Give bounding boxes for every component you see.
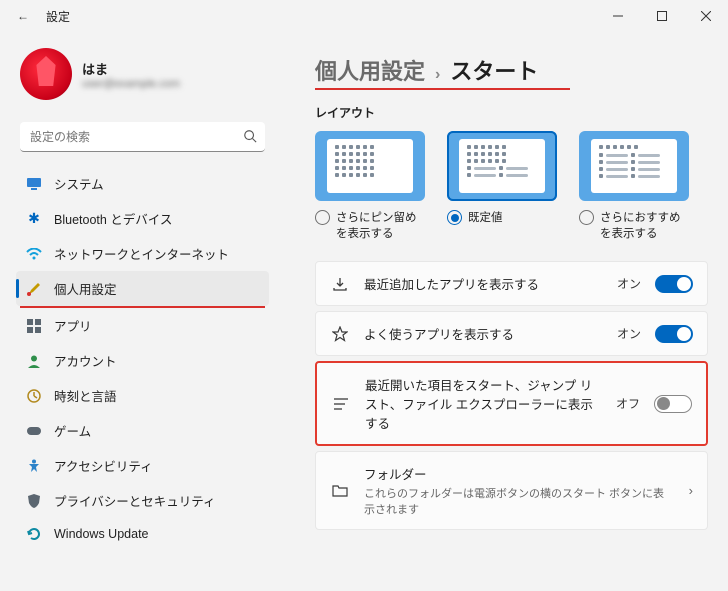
annotation-underline xyxy=(315,88,570,90)
monitor-icon xyxy=(26,176,42,192)
breadcrumb-parent[interactable]: 個人用設定 xyxy=(315,54,425,86)
username: はま xyxy=(82,59,180,78)
bluetooth-icon: ✱ xyxy=(26,211,42,227)
layout-option-label: さらにおすすめを表示する xyxy=(600,209,689,241)
setting-most-used[interactable]: よく使うアプリを表示する オン xyxy=(315,311,708,356)
breadcrumb: 個人用設定 › スタート xyxy=(315,54,708,86)
clock-icon xyxy=(26,388,42,404)
sidebar-item-label: Bluetooth とデバイス xyxy=(54,209,172,228)
sidebar-item-bluetooth[interactable]: ✱ Bluetooth とデバイス xyxy=(16,201,269,236)
layout-option-more-reco[interactable]: さらにおすすめを表示する xyxy=(579,131,689,241)
star-icon xyxy=(330,326,350,342)
sidebar-item-label: ネットワークとインターネット xyxy=(54,244,229,263)
setting-title: 最近開いた項目をスタート、ジャンプ リスト、ファイル エクスプローラーに表示する xyxy=(365,375,602,432)
main-panel: 個人用設定 › スタート レイアウト さらにピン留めを表示する xyxy=(275,32,728,591)
setting-recently-added[interactable]: 最近追加したアプリを表示する オン xyxy=(315,261,708,306)
toggle-switch[interactable] xyxy=(655,325,693,343)
avatar xyxy=(20,48,72,100)
toggle-state: オン xyxy=(617,275,641,292)
setting-title: よく使うアプリを表示する xyxy=(364,324,603,343)
sidebar-item-label: プライバシーとセキュリティ xyxy=(54,491,216,510)
sidebar-item-account[interactable]: アカウント xyxy=(16,343,269,378)
person-icon xyxy=(26,353,42,369)
layout-thumb xyxy=(579,131,689,201)
setting-subtitle: これらのフォルダーは電源ボタンの横のスタート ボタンに表示されます xyxy=(364,485,675,517)
sidebar-item-privacy[interactable]: プライバシーとセキュリティ xyxy=(16,483,269,518)
layout-options: さらにピン留めを表示する 既定値 xyxy=(315,131,708,241)
minimize-button[interactable] xyxy=(596,0,640,32)
toggle-state: オン xyxy=(617,325,641,342)
sidebar-item-label: 時刻と言語 xyxy=(54,386,117,405)
breadcrumb-current: スタート xyxy=(450,54,538,86)
list-icon xyxy=(331,397,351,411)
setting-title: 最近追加したアプリを表示する xyxy=(364,274,603,293)
grid-icon xyxy=(26,318,42,334)
layout-thumb xyxy=(315,131,425,201)
sidebar-item-accessibility[interactable]: アクセシビリティ xyxy=(16,448,269,483)
radio-checked-icon xyxy=(447,210,462,225)
back-icon[interactable]: ← xyxy=(14,9,32,23)
close-button[interactable] xyxy=(684,0,728,32)
section-label-layout: レイアウト xyxy=(315,104,708,121)
sidebar-item-label: アカウント xyxy=(54,351,117,370)
sidebar-item-system[interactable]: システム xyxy=(16,166,269,201)
search-icon xyxy=(243,129,257,146)
layout-thumb xyxy=(447,131,557,201)
radio-icon xyxy=(579,210,594,225)
sidebar-item-update[interactable]: Windows Update xyxy=(16,518,269,550)
chevron-right-icon: › xyxy=(689,483,693,498)
toggle-switch[interactable] xyxy=(654,395,692,413)
profile[interactable]: はま user@example.com xyxy=(16,42,269,112)
wifi-icon xyxy=(26,246,42,262)
titlebar: ← 設定 xyxy=(0,0,728,32)
toggle-state: オフ xyxy=(616,395,640,412)
sidebar-item-label: Windows Update xyxy=(54,527,149,541)
search-input[interactable] xyxy=(20,122,265,152)
sidebar-item-network[interactable]: ネットワークとインターネット xyxy=(16,236,269,271)
sidebar-item-label: システム xyxy=(54,174,104,193)
window-controls xyxy=(596,0,728,32)
layout-option-more-pins[interactable]: さらにピン留めを表示する xyxy=(315,131,425,241)
sidebar-item-time[interactable]: 時刻と言語 xyxy=(16,378,269,413)
sidebar-item-personalization[interactable]: 個人用設定 xyxy=(16,271,269,306)
toggle-switch[interactable] xyxy=(655,275,693,293)
setting-folders[interactable]: フォルダー これらのフォルダーは電源ボタンの横のスタート ボタンに表示されます … xyxy=(315,451,708,530)
sidebar: はま user@example.com システム ✱ Bluetooth とデバ… xyxy=(0,32,275,591)
sidebar-item-label: 個人用設定 xyxy=(54,279,117,298)
sidebar-item-label: アプリ xyxy=(54,316,92,335)
nav: システム ✱ Bluetooth とデバイス ネットワークとインターネット 個人… xyxy=(16,166,269,550)
sidebar-item-label: ゲーム xyxy=(54,421,91,440)
accessibility-icon xyxy=(26,458,42,474)
layout-option-label: 既定値 xyxy=(468,209,503,225)
setting-title: フォルダー xyxy=(364,464,675,483)
chevron-right-icon: › xyxy=(435,66,440,84)
folder-icon xyxy=(330,484,350,498)
radio-icon xyxy=(315,210,330,225)
gamepad-icon xyxy=(26,423,42,439)
sidebar-item-label: アクセシビリティ xyxy=(54,456,153,475)
user-email: user@example.com xyxy=(82,78,180,90)
shield-icon xyxy=(26,493,42,509)
layout-option-default[interactable]: 既定値 xyxy=(447,131,557,241)
sidebar-item-games[interactable]: ゲーム xyxy=(16,413,269,448)
download-icon xyxy=(330,276,350,292)
sidebar-item-apps[interactable]: アプリ xyxy=(16,308,269,343)
search-box xyxy=(20,122,265,152)
layout-option-label: さらにピン留めを表示する xyxy=(336,209,425,241)
setting-recent-items[interactable]: 最近開いた項目をスタート、ジャンプ リスト、ファイル エクスプローラーに表示する… xyxy=(315,361,708,446)
brush-icon xyxy=(26,281,42,297)
settings-list: 最近追加したアプリを表示する オン よく使うアプリを表示する オン 最近開いた項… xyxy=(315,261,708,530)
window-title: 設定 xyxy=(46,8,596,25)
maximize-button[interactable] xyxy=(640,0,684,32)
refresh-icon xyxy=(26,526,42,542)
